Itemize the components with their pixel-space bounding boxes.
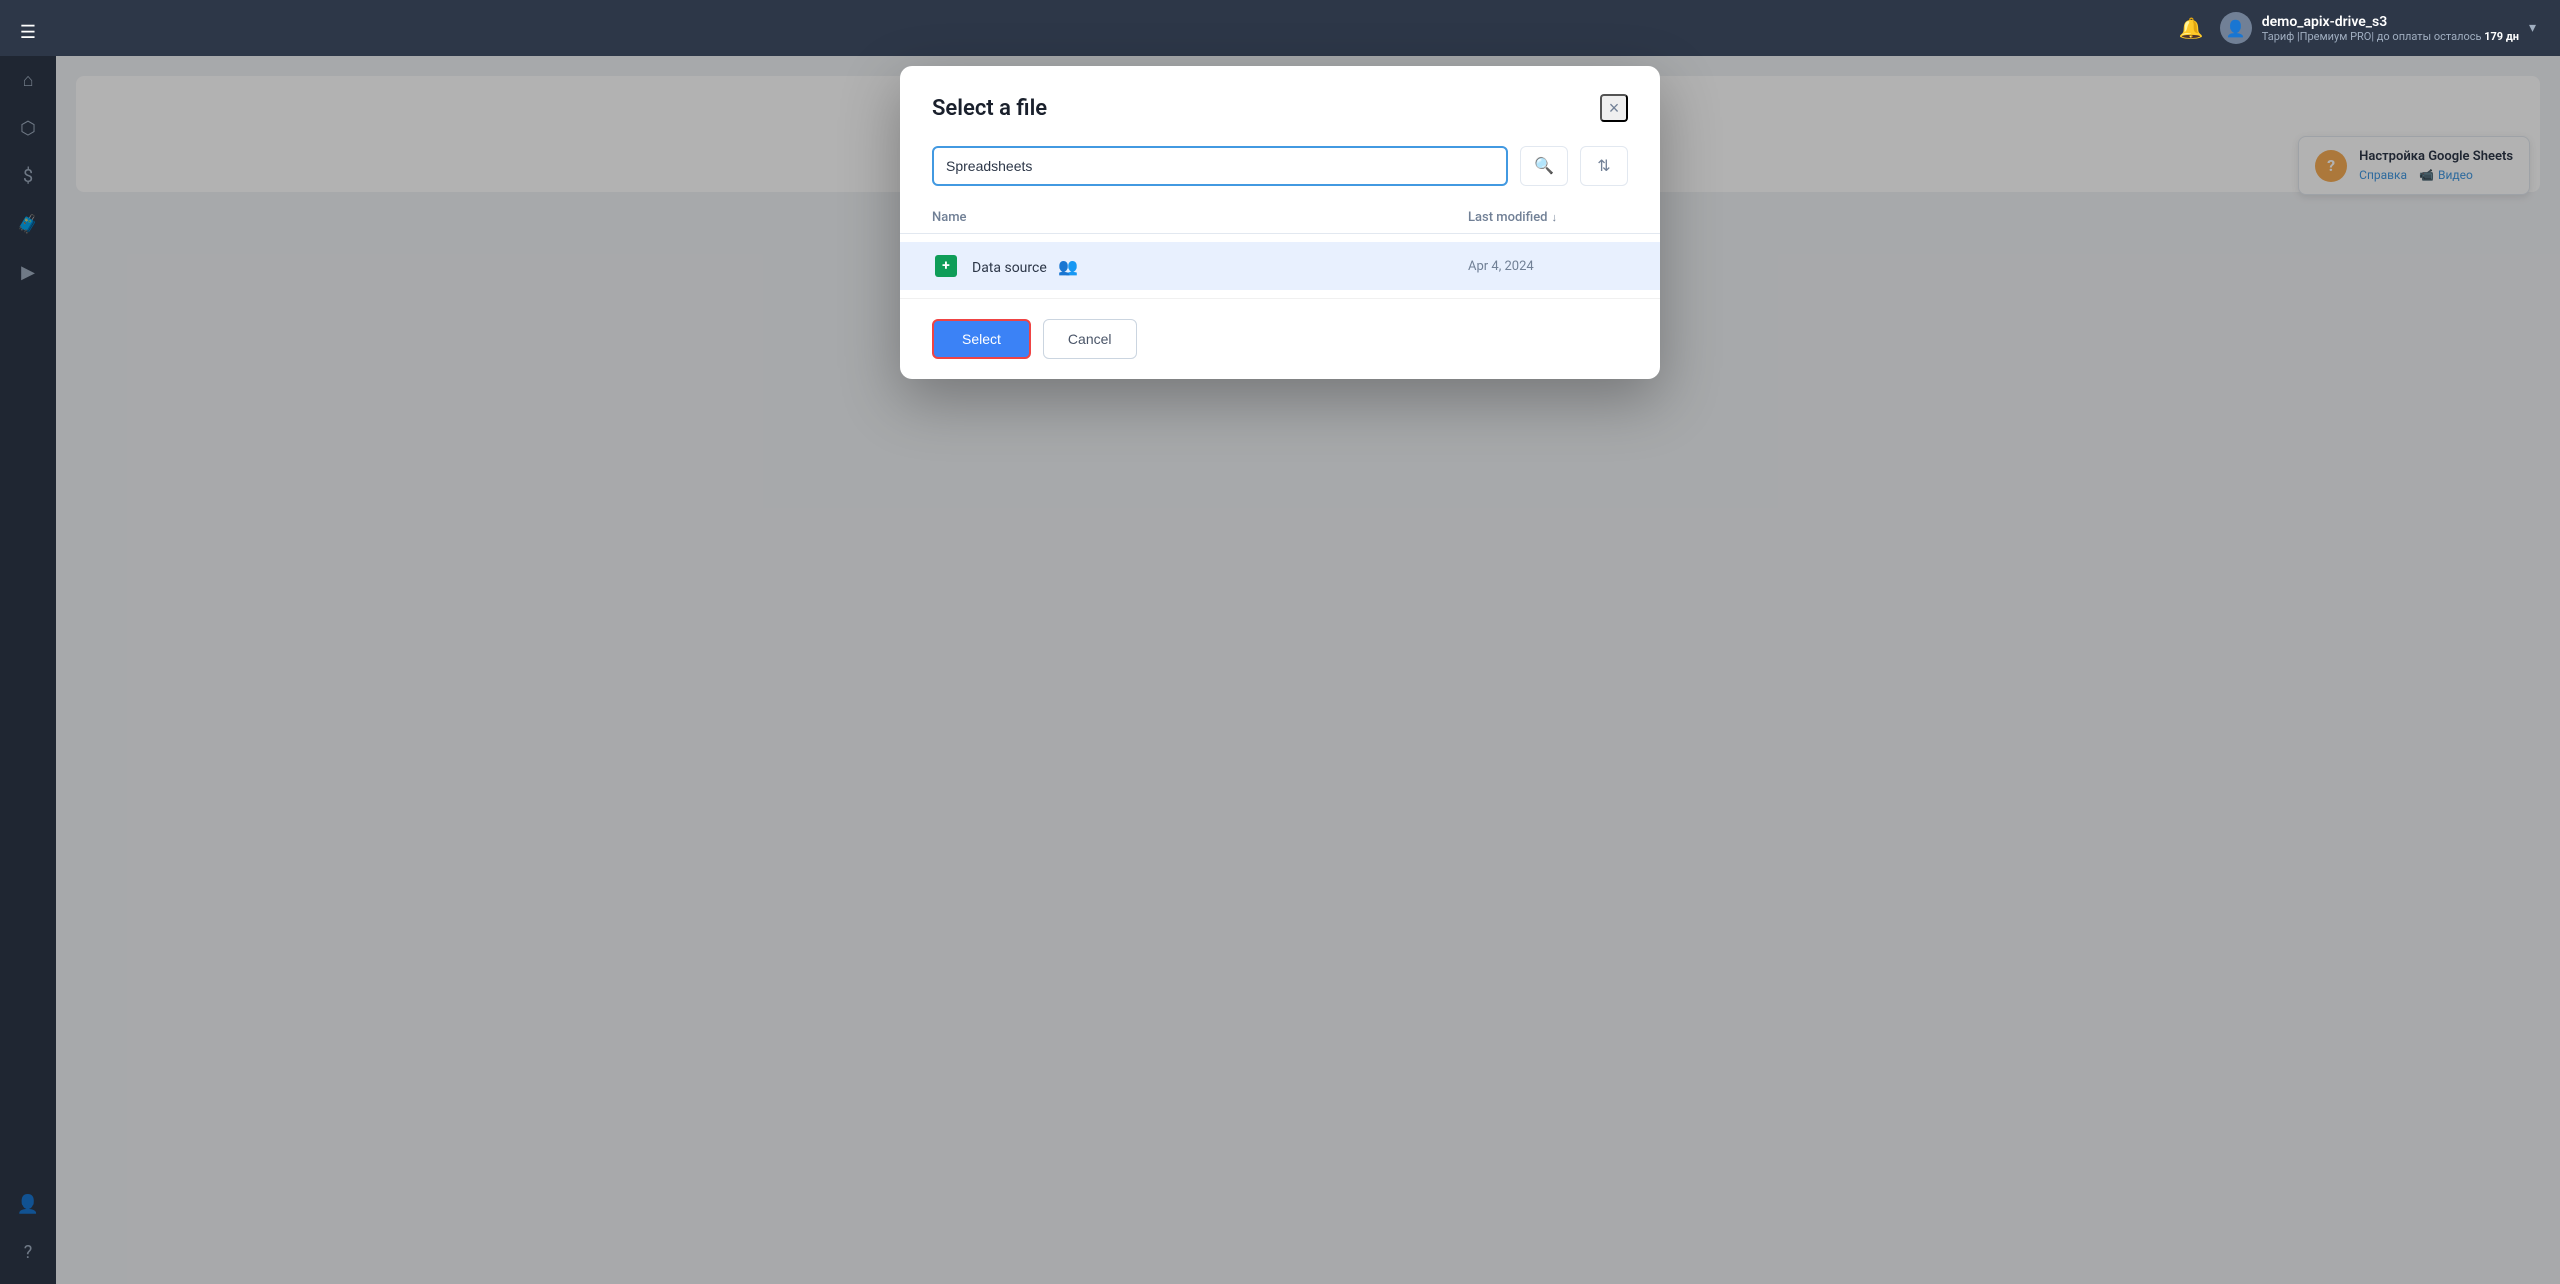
content-area: йки Фильтр Тест Финиш (56, 56, 2560, 1284)
dialog-footer: Select Cancel (900, 298, 1660, 379)
dialog-overlay: Select a file × 🔍 ⇅ (0, 56, 2560, 1284)
table-header: Name Last modified ↓ (900, 202, 1660, 234)
file-list: + Data source 👥 Apr 4, 2024 (900, 234, 1660, 298)
plan-label: Тариф |Премиум PRO| до оплаты осталось 1… (2262, 30, 2519, 43)
select-file-dialog: Select a file × 🔍 ⇅ (900, 66, 1660, 379)
cancel-button[interactable]: Cancel (1043, 319, 1137, 359)
file-date-label: Apr 4, 2024 (1468, 259, 1628, 274)
chevron-down-icon[interactable]: ▾ (2529, 20, 2536, 36)
dialog-title: Select a file (932, 96, 1047, 121)
main-area: 🔔 👤 demo_apix-drive_s3 Тариф |Премиум PR… (56, 0, 2560, 1284)
sheets-file-icon: + (932, 252, 960, 280)
search-input[interactable] (932, 146, 1508, 186)
col-date-header: Last modified ↓ (1468, 210, 1628, 225)
select-button[interactable]: Select (932, 319, 1031, 359)
close-button[interactable]: × (1600, 94, 1628, 122)
sort-icon: ⇅ (1597, 156, 1610, 176)
file-name-label: Data source 👥 (972, 257, 1468, 276)
notification-bell-icon[interactable]: 🔔 (2179, 16, 2204, 40)
dialog-toolbar: 🔍 ⇅ (900, 138, 1660, 202)
right-panel: йки Фильтр Тест Финиш (56, 56, 2560, 1284)
table-row[interactable]: + Data source 👥 Apr 4, 2024 (900, 242, 1660, 290)
sort-arrow-icon: ↓ (1552, 211, 1558, 224)
shared-users-icon: 👥 (1058, 257, 1078, 276)
avatar: 👤 (2220, 12, 2252, 44)
dialog-header: Select a file × (900, 66, 1660, 138)
col-name-header: Name (932, 210, 1468, 225)
search-icon: 🔍 (1534, 156, 1554, 176)
search-button[interactable]: 🔍 (1520, 146, 1568, 186)
user-menu[interactable]: 👤 demo_apix-drive_s3 Тариф |Премиум PRO|… (2220, 12, 2536, 44)
topbar: 🔔 👤 demo_apix-drive_s3 Тариф |Премиум PR… (56, 0, 2560, 56)
username-label: demo_apix-drive_s3 (2262, 14, 2519, 30)
sort-button[interactable]: ⇅ (1580, 146, 1628, 186)
menu-icon[interactable]: ☰ (8, 12, 48, 52)
